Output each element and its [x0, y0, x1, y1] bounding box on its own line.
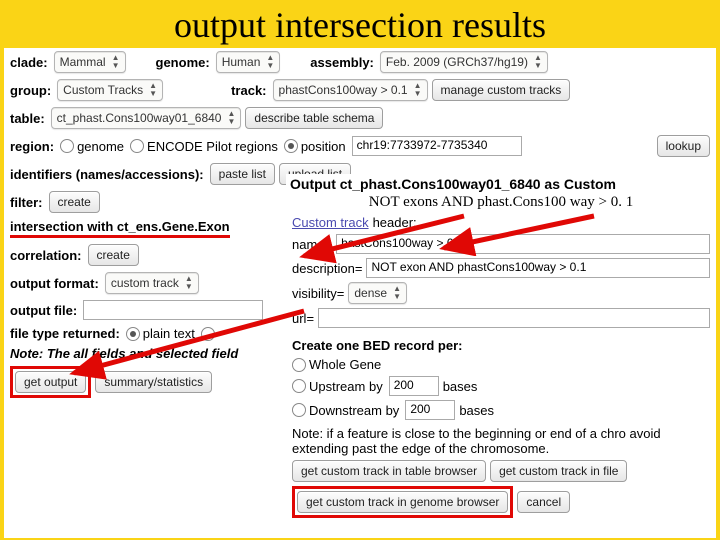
- assembly-label: assembly:: [310, 55, 374, 70]
- ct-visibility-label: visibility=: [292, 286, 344, 301]
- region-encode-radio[interactable]: ENCODE Pilot regions: [130, 139, 278, 154]
- radio-icon: [292, 358, 306, 372]
- position-input[interactable]: chr19:7733972-7735340: [352, 136, 522, 156]
- genome-select[interactable]: Human ▲▼: [216, 51, 281, 73]
- bed-upstream-text: Upstream by: [309, 379, 383, 394]
- group-label: group:: [10, 83, 51, 98]
- bed-upstream-radio[interactable]: Upstream by: [292, 379, 383, 394]
- updown-icon: ▲▼: [266, 54, 274, 70]
- ct-url-input[interactable]: [318, 308, 710, 328]
- bed-downstream-radio[interactable]: Downstream by: [292, 403, 399, 418]
- output-format-value: custom track: [111, 276, 179, 290]
- updown-icon: ▲▼: [227, 110, 235, 126]
- fields-note: Note: The all fields and selected field: [10, 346, 238, 361]
- table-value: ct_phast.Cons100way01_6840: [57, 111, 222, 125]
- identifiers-label: identifiers (names/accessions):: [10, 167, 204, 182]
- correlation-create-button[interactable]: create: [88, 244, 139, 266]
- ct-name-input[interactable]: hastCons100way > 0.1: [336, 234, 710, 254]
- radio-icon: [60, 139, 74, 153]
- paste-list-button[interactable]: paste list: [210, 163, 275, 185]
- radio-icon: [130, 139, 144, 153]
- form-panel: clade: Mammal ▲▼ genome: Human ▲▼ assembly…: [4, 48, 716, 538]
- radio-icon: [201, 327, 215, 341]
- cancel-button[interactable]: cancel: [517, 491, 570, 513]
- ct-visibility-select[interactable]: dense ▲▼: [348, 282, 407, 304]
- track-label: track:: [231, 83, 266, 98]
- assembly-value: Feb. 2009 (GRCh37/hg19): [386, 55, 528, 69]
- custom-track-header-label: header:: [373, 215, 417, 230]
- get-track-file-button[interactable]: get custom track in file: [490, 460, 627, 482]
- group-select[interactable]: Custom Tracks ▲▼: [57, 79, 163, 101]
- filetype-plain-radio[interactable]: plain text: [126, 326, 195, 341]
- output-file-input[interactable]: [83, 300, 263, 320]
- filetype-other-radio[interactable]: [201, 327, 215, 341]
- manage-tracks-button[interactable]: manage custom tracks: [432, 79, 571, 101]
- correlation-label: correlation:: [10, 248, 82, 263]
- filetype-plain-text: plain text: [143, 326, 195, 341]
- ct-url-label: url=: [292, 311, 314, 326]
- get-track-table-button[interactable]: get custom track in table browser: [292, 460, 486, 482]
- clade-value: Mammal: [60, 55, 106, 69]
- updown-icon: ▲▼: [393, 285, 401, 301]
- get-track-genome-button[interactable]: get custom track in genome browser: [297, 491, 508, 513]
- updown-icon: ▲▼: [112, 54, 120, 70]
- region-genome-text: genome: [77, 139, 124, 154]
- bed-downstream-text: Downstream by: [309, 403, 399, 418]
- bed-whole-gene-radio[interactable]: Whole Gene: [292, 357, 381, 372]
- bed-whole-gene-text: Whole Gene: [309, 357, 381, 372]
- ct-description-input[interactable]: NOT exon AND phastCons100way > 0.1: [366, 258, 710, 278]
- page-title: output intersection results: [0, 0, 720, 48]
- panel-header: Output ct_phast.Cons100way01_6840 as Cus…: [286, 174, 716, 194]
- radio-icon: [292, 379, 306, 393]
- annotation-text: NOT exons AND phast.Cons100 way > 0. 1: [286, 194, 716, 213]
- table-label: table:: [10, 111, 45, 126]
- bed-note: Note: if a feature is close to the begin…: [286, 422, 716, 458]
- bed-downstream-bases: bases: [459, 403, 494, 418]
- region-position-radio[interactable]: position: [284, 139, 346, 154]
- output-file-label: output file:: [10, 303, 77, 318]
- file-type-label: file type returned:: [10, 326, 120, 341]
- bed-upstream-bases: bases: [443, 379, 478, 394]
- genome-value: Human: [222, 55, 261, 69]
- get-output-button[interactable]: get output: [15, 371, 86, 393]
- describe-schema-button[interactable]: describe table schema: [245, 107, 383, 129]
- updown-icon: ▲▼: [414, 82, 422, 98]
- filter-create-button[interactable]: create: [49, 191, 100, 213]
- ct-visibility-value: dense: [354, 286, 387, 300]
- bed-downstream-input[interactable]: 200: [405, 400, 455, 420]
- custom-track-panel: Output ct_phast.Cons100way01_6840 as Cus…: [286, 174, 716, 520]
- ct-description-label: description=: [292, 261, 362, 276]
- region-label: region:: [10, 139, 54, 154]
- table-select[interactable]: ct_phast.Cons100way01_6840 ▲▼: [51, 107, 242, 129]
- updown-icon: ▲▼: [149, 82, 157, 98]
- get-output-highlight: get output: [10, 366, 91, 398]
- bed-header: Create one BED record per:: [286, 336, 716, 355]
- updown-icon: ▲▼: [185, 275, 193, 291]
- radio-icon: [126, 327, 140, 341]
- intersection-label: intersection with ct_ens.Gene.Exon: [10, 219, 230, 238]
- bed-upstream-input[interactable]: 200: [389, 376, 439, 396]
- clade-select[interactable]: Mammal ▲▼: [54, 51, 126, 73]
- lookup-button[interactable]: lookup: [657, 135, 710, 157]
- track-select[interactable]: phastCons100way > 0.1 ▲▼: [273, 79, 428, 101]
- radio-icon: [292, 403, 306, 417]
- clade-label: clade:: [10, 55, 48, 70]
- output-format-label: output format:: [10, 276, 99, 291]
- output-format-select[interactable]: custom track ▲▼: [105, 272, 199, 294]
- genome-label: genome:: [156, 55, 210, 70]
- radio-icon: [284, 139, 298, 153]
- summary-stats-button[interactable]: summary/statistics: [95, 371, 212, 393]
- custom-track-link[interactable]: Custom track: [292, 215, 369, 230]
- region-position-text: position: [301, 139, 346, 154]
- assembly-select[interactable]: Feb. 2009 (GRCh37/hg19) ▲▼: [380, 51, 548, 73]
- updown-icon: ▲▼: [534, 54, 542, 70]
- region-genome-radio[interactable]: genome: [60, 139, 124, 154]
- region-encode-text: ENCODE Pilot regions: [147, 139, 278, 154]
- filter-label: filter:: [10, 195, 43, 210]
- ct-name-label: name=: [292, 237, 332, 252]
- track-value: phastCons100way > 0.1: [279, 83, 408, 97]
- get-track-genome-highlight: get custom track in genome browser: [292, 486, 513, 518]
- group-value: Custom Tracks: [63, 83, 143, 97]
